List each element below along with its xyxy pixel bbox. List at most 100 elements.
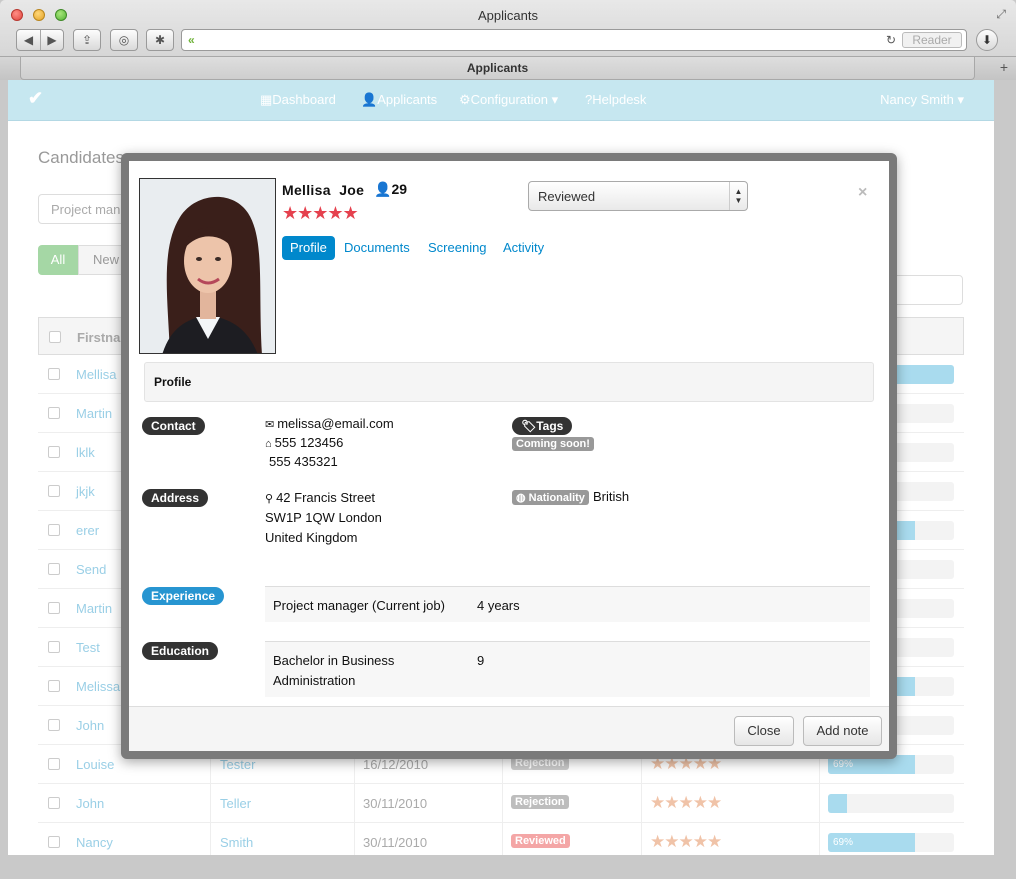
tools-button[interactable]: ✱ xyxy=(146,29,174,51)
new-tab-icon[interactable]: + xyxy=(1000,59,1008,75)
cell-rating-stars: ★★★★★ xyxy=(650,793,722,812)
user-menu[interactable]: Nancy Smith ▾ xyxy=(880,92,964,108)
column-divider xyxy=(641,784,642,823)
tab-strip: Applicants + xyxy=(0,56,1016,80)
contact-badge: Contact xyxy=(142,417,205,435)
applicant-name: Mellisa Joe xyxy=(282,182,365,198)
cell-firstname[interactable]: jkjk xyxy=(76,484,95,499)
tags-coming-soon: Coming soon! xyxy=(512,437,594,451)
column-divider xyxy=(354,784,355,823)
nav-helpdesk[interactable]: ?Helpdesk xyxy=(585,92,646,107)
filter-all-button[interactable]: All xyxy=(38,245,78,275)
extension-button[interactable]: ◎ xyxy=(110,29,138,51)
row-checkbox[interactable] xyxy=(48,563,60,575)
close-button[interactable]: Close xyxy=(734,716,794,746)
cell-firstname[interactable]: Test xyxy=(76,640,100,655)
nav-dashboard[interactable]: ▦Dashboard xyxy=(260,92,336,108)
fullscreen-icon[interactable]: ⤢ xyxy=(996,7,1006,22)
progress-bar: 69% xyxy=(828,833,954,852)
progress-bar xyxy=(828,794,954,813)
select-all-checkbox[interactable] xyxy=(49,331,61,343)
cell-date: 30/11/2010 xyxy=(363,835,428,850)
share-button[interactable]: ⇪ xyxy=(73,29,101,51)
cell-firstname[interactable]: Send xyxy=(76,562,106,577)
cell-firstname[interactable]: Martin xyxy=(76,601,112,616)
share-icon: ⇪ xyxy=(81,33,93,47)
tags-badge: 🏷Tags xyxy=(512,417,573,435)
cell-firstname[interactable]: Mellisa xyxy=(76,367,116,382)
row-checkbox[interactable] xyxy=(48,719,60,731)
nav-applicants[interactable]: 👤Applicants xyxy=(361,92,437,108)
row-checkbox[interactable] xyxy=(48,368,60,380)
progress-bar-fill xyxy=(828,794,847,813)
row-checkbox[interactable] xyxy=(48,836,60,848)
column-divider xyxy=(502,784,503,823)
tab-documents[interactable]: Documents xyxy=(344,236,410,260)
extension-icon: ◎ xyxy=(118,33,130,47)
row-checkbox[interactable] xyxy=(48,446,60,458)
reload-icon[interactable]: ↻ xyxy=(886,33,896,47)
tag-icon: 🏷 xyxy=(521,419,537,433)
cell-firstname[interactable]: Melissa xyxy=(76,679,120,694)
tab-activity[interactable]: Activity xyxy=(503,236,544,260)
address-line-1: ⚲ 42 Francis Street xyxy=(265,490,376,505)
rating-stars[interactable]: ★★★★★ xyxy=(282,203,359,224)
experience-badge: Experience xyxy=(142,587,225,605)
downloads-button[interactable]: ⬇ xyxy=(976,29,998,51)
row-checkbox[interactable] xyxy=(48,758,60,770)
cell-lastname[interactable]: Smith xyxy=(220,835,253,850)
experience-years: 4 years xyxy=(477,598,520,613)
cell-firstname[interactable]: erer xyxy=(76,523,99,538)
url-bar[interactable]: « ↻ Reader xyxy=(181,29,967,51)
home-icon: ⌂ xyxy=(265,438,272,450)
dashboard-icon: ▦ xyxy=(260,92,273,107)
modal-footer: Close Add note xyxy=(129,706,889,751)
tab-profile[interactable]: Profile xyxy=(282,236,335,260)
row-checkbox[interactable] xyxy=(48,797,60,809)
profile-section-header: Profile xyxy=(144,362,874,402)
back-forward-buttons: ◀ ▶ xyxy=(16,29,64,51)
back-icon[interactable]: ◀ xyxy=(17,30,40,50)
top-navbar: ✔ ▦Dashboard 👤Applicants ⚙Configuration … xyxy=(8,80,994,121)
add-note-button[interactable]: Add note xyxy=(803,716,882,746)
cell-firstname[interactable]: Nancy xyxy=(76,835,113,850)
status-select[interactable]: Reviewed ▲ ▼ xyxy=(528,181,748,211)
status-badge: Rejection xyxy=(511,795,569,809)
row-checkbox[interactable] xyxy=(48,680,60,692)
phone-secondary: 555 435321 xyxy=(269,454,338,469)
user-icon: 👤 xyxy=(374,181,392,197)
tab-applicants[interactable]: Applicants xyxy=(20,57,975,80)
page-title: Candidates xyxy=(38,148,125,167)
cell-date: 30/11/2010 xyxy=(363,796,428,811)
cell-lastname[interactable]: Tester xyxy=(220,757,255,772)
column-divider xyxy=(819,784,820,823)
row-checkbox[interactable] xyxy=(48,485,60,497)
brand-check-icon[interactable]: ✔ xyxy=(28,88,43,109)
row-checkbox[interactable] xyxy=(48,602,60,614)
table-row[interactable]: John Teller 30/11/2010 Rejection ★★★★★ xyxy=(38,784,964,823)
cell-rating-stars: ★★★★★ xyxy=(650,832,722,851)
row-checkbox[interactable] xyxy=(48,407,60,419)
row-checkbox[interactable] xyxy=(48,524,60,536)
close-icon[interactable]: × xyxy=(858,184,867,202)
status-badge: Reviewed xyxy=(511,834,570,848)
cell-firstname[interactable]: lklk xyxy=(76,445,95,460)
forward-icon[interactable]: ▶ xyxy=(40,30,63,50)
column-divider xyxy=(210,784,211,823)
cell-firstname[interactable]: John xyxy=(76,796,104,811)
reader-button[interactable]: Reader xyxy=(902,32,962,48)
nav-configuration[interactable]: ⚙Configuration ▾ xyxy=(459,92,558,108)
globe-icon: ◍ xyxy=(516,492,526,504)
progress-bar-fill: 69% xyxy=(828,833,915,852)
browser-chrome: Applicants ⤢ ◀ ▶ ⇪ ◎ ✱ « ↻ Reader ⬇ Appli… xyxy=(0,0,1016,80)
cell-firstname[interactable]: John xyxy=(76,718,104,733)
cell-firstname[interactable]: Martin xyxy=(76,406,112,421)
row-checkbox[interactable] xyxy=(48,641,60,653)
tab-screening[interactable]: Screening xyxy=(428,236,487,260)
education-degree-line-2: Administration xyxy=(273,673,356,688)
education-value: 9 xyxy=(477,653,485,668)
cell-lastname[interactable]: Teller xyxy=(220,796,251,811)
table-search-input[interactable] xyxy=(888,275,963,305)
address-line-3: United Kingdom xyxy=(265,530,358,545)
cell-firstname[interactable]: Louise xyxy=(76,757,114,772)
